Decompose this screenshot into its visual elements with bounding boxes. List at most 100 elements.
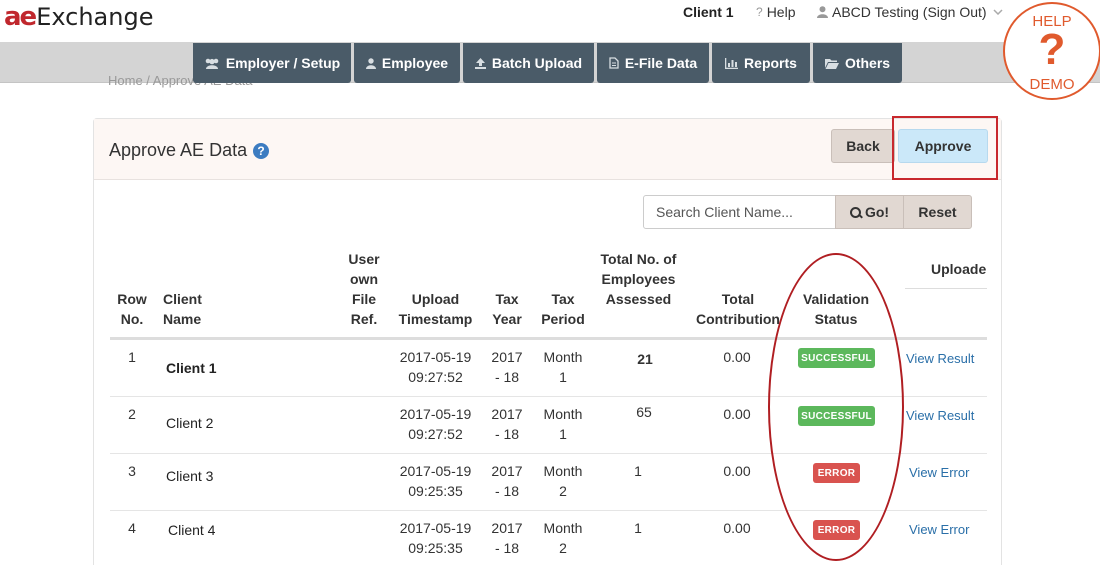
cell-tax-period-number: 1	[559, 426, 567, 442]
users-icon	[205, 58, 219, 69]
header-total-employees[interactable]: Total No. of Employees Assessed	[597, 249, 680, 309]
nav-e-file-data[interactable]: E-File Data	[597, 43, 709, 83]
header-row-no[interactable]: Row No.	[112, 289, 152, 329]
nav-label: E-File Data	[624, 55, 698, 71]
nav-employer-setup[interactable]: Employer / Setup	[193, 43, 351, 83]
cell-tax-year: 2017	[491, 463, 523, 479]
logo-ae: ae	[4, 2, 37, 32]
logo-exchange: Exchange	[36, 3, 154, 31]
nav-others[interactable]: Others	[813, 43, 902, 83]
cell-upload-date: 2017-05-19	[399, 406, 472, 422]
cell-tax-year: 2017	[491, 520, 523, 536]
view-error-link[interactable]: View Error	[909, 465, 969, 480]
header-tax-period[interactable]: Tax Period	[537, 289, 589, 329]
nav-reports[interactable]: Reports	[712, 43, 810, 83]
header-client-name[interactable]: Client Name	[163, 289, 213, 329]
panel-header: Approve AE Data ? Back Approve	[94, 119, 1001, 180]
main-nav: Employer / Setup Employee Batch Upload E…	[193, 43, 902, 83]
page-title-text: Approve AE Data	[109, 140, 248, 160]
cell-total-employees: 1	[634, 520, 642, 536]
header-validation-status[interactable]: Validation Status	[796, 289, 876, 329]
cell-upload-time: 09:27:52	[408, 426, 463, 442]
upload-icon	[474, 57, 486, 69]
go-button[interactable]: Go!	[835, 195, 904, 229]
cell-tax-period: Month	[543, 463, 583, 479]
chevron-down-icon	[993, 9, 1003, 15]
top-bar: ae Exchange Client 1 ? Help ABCD Testing…	[0, 0, 1100, 42]
back-button[interactable]: Back	[831, 129, 895, 163]
current-client[interactable]: Client 1	[683, 4, 734, 20]
cell-row-no: 1	[128, 349, 136, 365]
cell-tax-period: Month	[543, 349, 583, 365]
user-menu-label: ABCD Testing (Sign Out)	[832, 4, 987, 20]
status-badge-error: ERROR	[813, 463, 860, 483]
help-icon[interactable]: ?	[253, 142, 270, 159]
help-demo-bottom: DEMO	[1029, 76, 1075, 93]
page-title: Approve AE Data ?	[109, 140, 270, 161]
header-total-contribution[interactable]: Total Contribution	[690, 289, 786, 329]
header-group-line	[905, 288, 987, 289]
cell-upload-time: 09:25:35	[408, 483, 463, 499]
question-icon: ?	[756, 5, 763, 19]
row-divider	[110, 510, 987, 511]
nav-label: Employee	[381, 55, 449, 71]
cell-client-name[interactable]: Client 4	[168, 522, 215, 538]
go-label: Go!	[864, 204, 890, 220]
row-divider	[110, 396, 987, 397]
row-divider	[110, 453, 987, 454]
cell-tax-year-suffix: - 18	[494, 540, 520, 556]
cell-upload-time: 09:25:35	[408, 540, 463, 556]
search-input[interactable]	[643, 195, 836, 229]
nav-batch-upload[interactable]: Batch Upload	[463, 43, 594, 83]
cell-row-no: 4	[128, 520, 136, 536]
cell-total-contribution: 0.00	[723, 406, 751, 422]
nav-label: Reports	[744, 55, 797, 71]
approve-highlight-box	[892, 116, 998, 180]
status-badge-successful: SUCCESSFUL	[798, 348, 875, 368]
cell-total-contribution: 0.00	[723, 349, 751, 365]
header-divider	[110, 337, 987, 340]
header-tax-year[interactable]: Tax Year	[487, 289, 527, 329]
cell-tax-period-number: 2	[559, 483, 567, 499]
cell-total-contribution: 0.00	[723, 463, 751, 479]
question-mark-icon: ?	[1038, 25, 1066, 74]
nav-employee[interactable]: Employee	[354, 43, 460, 83]
user-menu[interactable]: ABCD Testing (Sign Out)	[817, 4, 1003, 20]
bar-chart-icon	[725, 57, 739, 69]
cell-client-name[interactable]: Client 3	[166, 468, 213, 484]
cell-tax-year: 2017	[491, 349, 523, 365]
header-file-ref[interactable]: User own File Ref.	[339, 249, 389, 329]
nav-label: Batch Upload	[491, 55, 583, 71]
cell-upload-time: 09:27:52	[408, 369, 463, 385]
search-icon	[849, 206, 861, 218]
aexchange-logo[interactable]: ae Exchange	[4, 2, 154, 32]
view-error-link[interactable]: View Error	[909, 522, 969, 537]
cell-total-employees: 1	[634, 463, 642, 479]
cell-client-name[interactable]: Client 1	[166, 360, 217, 376]
cell-row-no: 3	[128, 463, 136, 479]
file-icon	[609, 57, 619, 69]
help-link[interactable]: ? Help	[756, 4, 795, 20]
cell-tax-year-suffix: - 18	[494, 483, 520, 499]
cell-tax-period: Month	[543, 406, 583, 422]
nav-label: Others	[844, 55, 891, 71]
help-demo-badge[interactable]: HELP ? DEMO	[1003, 2, 1100, 100]
cell-tax-period-number: 1	[559, 369, 567, 385]
header-upload-timestamp[interactable]: Upload Timestamp	[392, 289, 479, 329]
status-badge-successful: SUCCESSFUL	[798, 406, 875, 426]
cell-upload-date: 2017-05-19	[399, 520, 472, 536]
view-result-link[interactable]: View Result	[906, 351, 974, 366]
user-icon	[817, 6, 828, 18]
cell-tax-year: 2017	[491, 406, 523, 422]
reset-button[interactable]: Reset	[903, 195, 972, 229]
cell-tax-period: Month	[543, 520, 583, 536]
header-uploaded[interactable]: Uploade	[931, 259, 987, 279]
cell-row-no: 2	[128, 406, 136, 422]
view-result-link[interactable]: View Result	[906, 408, 974, 423]
status-badge-error: ERROR	[813, 520, 860, 540]
folder-icon	[824, 58, 839, 69]
cell-client-name[interactable]: Client 2	[166, 415, 213, 431]
cell-tax-year-suffix: - 18	[494, 369, 520, 385]
cell-total-contribution: 0.00	[723, 520, 751, 536]
help-label: Help	[766, 4, 796, 20]
